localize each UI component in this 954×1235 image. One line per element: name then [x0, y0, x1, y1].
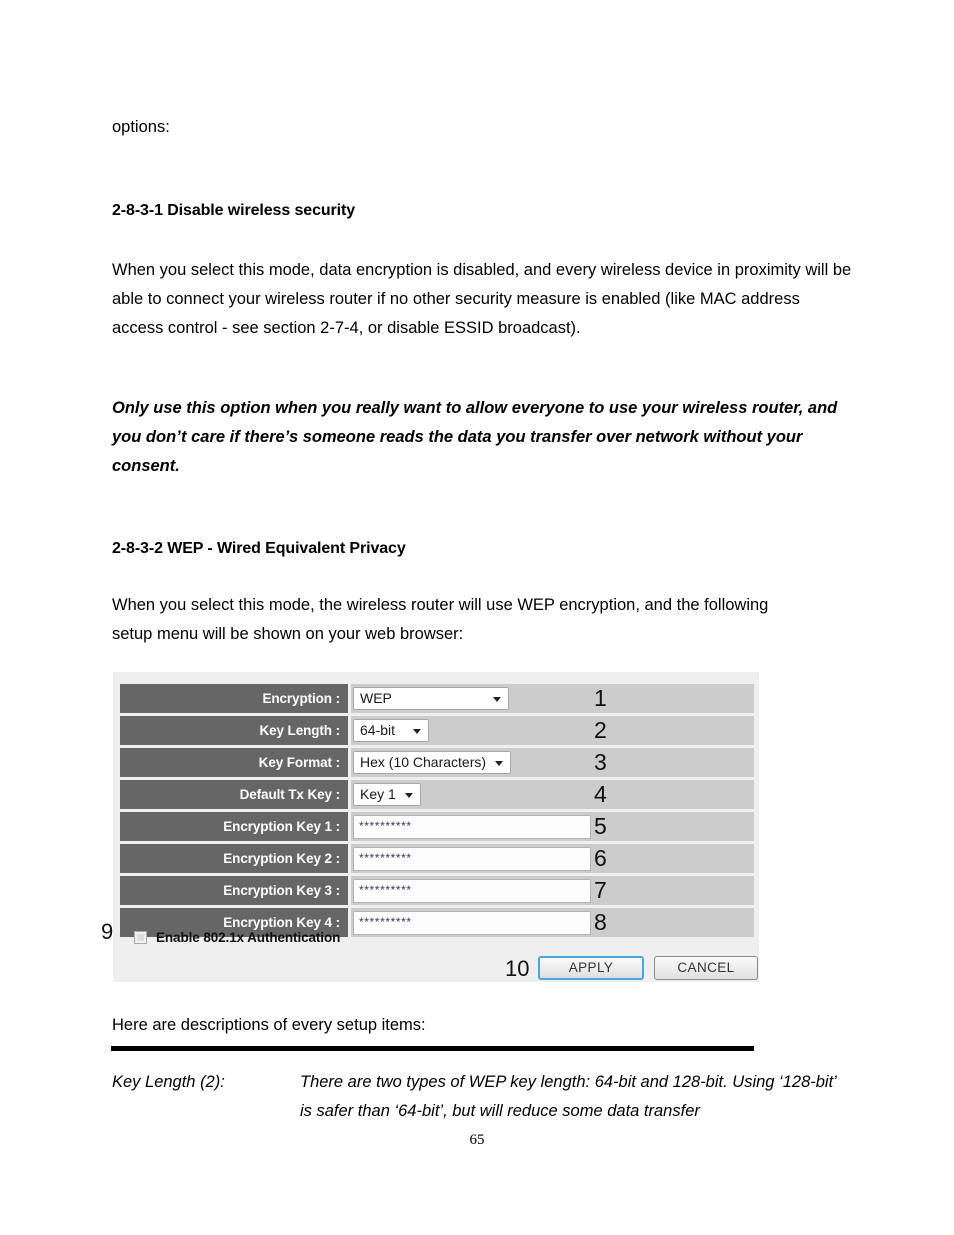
chevron-down-icon: [405, 793, 413, 798]
apply-button[interactable]: APPLY: [538, 956, 644, 980]
wep-setup-panel: Encryption : WEP 1 Key Length : 64-bit 2…: [113, 672, 759, 982]
label-key-length: Key Length :: [120, 716, 348, 745]
enable-8021x-row: Enable 802.1x Authentication: [120, 928, 620, 950]
key-format-select-value: Hex (10 Characters): [360, 754, 487, 770]
cancel-button[interactable]: CANCEL: [654, 956, 758, 980]
encryption-select[interactable]: WEP: [353, 687, 509, 710]
emphasis-warning: Only use this option when you really wan…: [112, 399, 838, 475]
label-encryption-key-3: Encryption Key 3 :: [120, 876, 348, 905]
description-body: There are two types of WEP key length: 6…: [300, 1073, 836, 1120]
default-tx-key-select[interactable]: Key 1: [353, 783, 421, 806]
marker-number: 4: [594, 781, 607, 807]
after-figure-line: Here are descriptions of every setup ite…: [112, 1016, 426, 1034]
section-paragraph-wep: When you select this mode, the wireless …: [112, 596, 769, 643]
key-format-select[interactable]: Hex (10 Characters): [353, 751, 511, 774]
field-cell-key-length: 64-bit 2: [351, 716, 754, 745]
encryption-key-3-input[interactable]: **********: [353, 879, 591, 903]
wep-settings-table: Encryption : WEP 1 Key Length : 64-bit 2…: [120, 684, 754, 940]
field-cell-encryption-key-1: ********** 5: [351, 812, 754, 841]
encryption-key-1-input[interactable]: **********: [353, 815, 591, 839]
table-row: Encryption Key 2 : ********** 6: [120, 844, 754, 873]
intro-line: options:: [112, 118, 170, 136]
label-default-tx-key: Default Tx Key :: [120, 780, 348, 809]
field-cell-key-format: Hex (10 Characters) 3: [351, 748, 754, 777]
page-number: 65: [469, 1132, 485, 1148]
label-encryption-key-2: Encryption Key 2 :: [120, 844, 348, 873]
table-row: Key Format : Hex (10 Characters) 3: [120, 748, 754, 777]
chevron-down-icon: [493, 697, 501, 702]
label-key-format: Key Format :: [120, 748, 348, 777]
table-row: Encryption Key 3 : ********** 7: [120, 876, 754, 905]
enable-8021x-checkbox[interactable]: [134, 931, 147, 944]
encryption-key-2-input[interactable]: **********: [353, 847, 591, 871]
key-length-select-value: 64-bit: [360, 722, 396, 738]
field-cell-encryption: WEP 1: [351, 684, 754, 713]
action-button-bar: 10 APPLY CANCEL: [113, 956, 758, 982]
table-row: Key Length : 64-bit 2: [120, 716, 754, 745]
marker-number: 3: [594, 749, 607, 775]
marker-number: 1: [594, 685, 607, 711]
field-cell-encryption-key-2: ********** 6: [351, 844, 754, 873]
encryption-select-value: WEP: [360, 690, 392, 706]
section-heading-disable-wireless-security: 2-8-3-1 Disable wireless security: [112, 202, 356, 219]
table-row: Default Tx Key : Key 1 4: [120, 780, 754, 809]
label-encryption: Encryption :: [120, 684, 348, 713]
table-row: Encryption Key 1 : ********** 5: [120, 812, 754, 841]
marker-number: 5: [594, 813, 607, 839]
chevron-down-icon: [413, 729, 421, 734]
marker-number: 9: [101, 919, 114, 944]
chevron-down-icon: [495, 761, 503, 766]
marker-number: 10: [505, 956, 530, 981]
default-tx-key-select-value: Key 1: [360, 786, 396, 802]
field-cell-default-tx-key: Key 1 4: [351, 780, 754, 809]
horizontal-rule: [111, 1046, 754, 1051]
document-page: options: 2-8-3-1 Disable wireless securi…: [0, 0, 954, 1235]
section-heading-wep: 2-8-3-2 WEP - Wired Equivalent Privacy: [112, 540, 406, 557]
table-row: Encryption : WEP 1: [120, 684, 754, 713]
key-length-select[interactable]: 64-bit: [353, 719, 429, 742]
enable-8021x-label: Enable 802.1x Authentication: [156, 930, 341, 945]
section-paragraph-disable-wireless-security: When you select this mode, data encrypti…: [112, 261, 852, 337]
marker-number: 2: [594, 717, 607, 743]
label-encryption-key-1: Encryption Key 1 :: [120, 812, 348, 841]
marker-number: 6: [594, 845, 607, 871]
description-term: Key Length (2):: [112, 1073, 225, 1091]
marker-number: 7: [594, 877, 607, 903]
field-cell-encryption-key-3: ********** 7: [351, 876, 754, 905]
